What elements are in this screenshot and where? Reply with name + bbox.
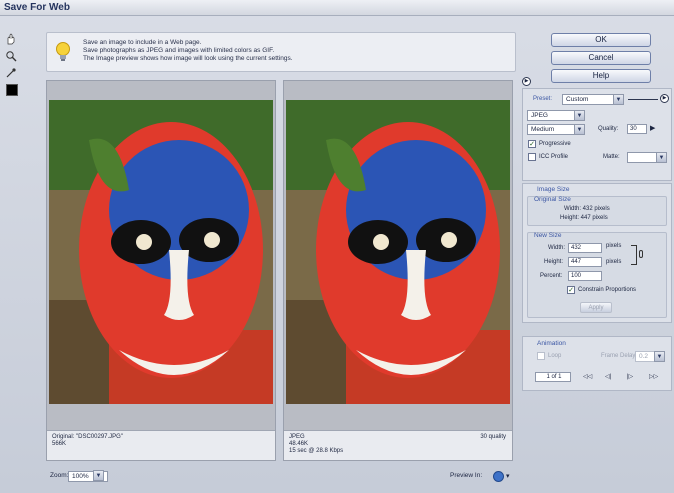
new-height-unit: pixels (606, 259, 622, 265)
optimized-preview-pane[interactable]: JPEG 48.46K 15 sec @ 28.8 Kbps 30 qualit… (283, 80, 513, 461)
frame-counter: 1 of 1 (535, 372, 571, 382)
browser-globe-icon[interactable] (493, 471, 504, 482)
matte-chevron-down-icon[interactable]: ▼ (656, 152, 667, 163)
panel-menu-arrow-icon[interactable]: ▶ (522, 77, 531, 86)
frame-delay-label: Frame Delay: (601, 353, 638, 359)
format-value: JPEG (531, 112, 548, 119)
loop-label: Loop (548, 353, 562, 359)
save-for-web-window: Save For Web Save an image to include in… (0, 0, 674, 493)
preset-chevron-down-icon[interactable]: ▼ (613, 94, 624, 105)
original-width: Width: 432 pixels (564, 206, 610, 212)
preset-label: Preset: (533, 96, 553, 102)
original-caption: Original: "DSC00297.JPG" 566K (47, 430, 275, 460)
bottom-bar: Zoom: 100% ▼ Preview In: ▾ (46, 469, 516, 485)
original-preview-image[interactable] (49, 100, 273, 404)
eyedropper-tool-icon[interactable] (4, 66, 18, 80)
matte-select[interactable]: ▼ (627, 152, 667, 163)
optimize-settings-panel: Preset: Custom ▼ ▶ JPEG ▼ Medium ▼ Quali… (522, 88, 672, 181)
preset-connector (628, 99, 658, 100)
image-size-title: Image Size (537, 186, 570, 193)
format-chevron-down-icon[interactable]: ▼ (574, 110, 585, 121)
hint-box: Save an image to include in a Web page. … (46, 32, 516, 72)
new-size-title: New Size (534, 232, 562, 239)
hint-line-2: Save photographs as JPEG and images with… (83, 47, 275, 54)
next-frame-icon[interactable]: |▷ (627, 373, 633, 380)
preset-value: Custom (566, 96, 589, 103)
new-height-label: Height: (544, 259, 564, 265)
tool-strip (4, 32, 20, 83)
original-preview-pane[interactable]: Original: "DSC00297.JPG" 566K (46, 80, 276, 461)
quality-input[interactable]: 30 (627, 124, 647, 134)
window-title: Save For Web (4, 2, 70, 13)
hand-tool-icon[interactable] (4, 32, 18, 46)
constrain-proportions-checkbox[interactable]: ✓ (567, 286, 575, 294)
percent-input[interactable]: 100 (568, 271, 602, 281)
original-filename: Original: "DSC00297.JPG" (52, 434, 123, 440)
frame-delay-select[interactable]: 0.2 ▼ (635, 351, 665, 362)
browser-chevron-down-icon[interactable]: ▾ (506, 472, 510, 480)
new-height-input[interactable]: 447 (568, 257, 602, 267)
hint-line-1: Save an image to include in a Web page. (83, 39, 202, 46)
optimized-filesize: 48.46K (289, 441, 309, 447)
compression-select[interactable]: Medium ▼ (527, 124, 585, 135)
preset-menu-arrow-icon[interactable]: ▶ (660, 94, 669, 103)
title-bar: Save For Web (0, 0, 674, 16)
last-frame-icon[interactable]: ▷▷ (649, 373, 658, 380)
lightbulb-icon (55, 41, 71, 65)
optimized-caption: JPEG 48.46K 15 sec @ 28.8 Kbps 30 qualit… (284, 430, 512, 460)
icc-profile-label: ICC Profile (539, 154, 569, 160)
quality-label: Quality: (598, 126, 619, 132)
icc-profile-checkbox[interactable] (528, 153, 536, 161)
original-filesize: 566K (52, 441, 67, 447)
progressive-label: Progressive (539, 141, 571, 147)
optimized-format: JPEG (289, 434, 305, 440)
zoom-tool-icon[interactable] (4, 49, 18, 63)
apply-button[interactable]: Apply (580, 302, 612, 313)
new-width-unit: pixels (606, 243, 622, 249)
percent-label: Percent: (540, 273, 563, 279)
optimized-download-time: 15 sec @ 28.8 Kbps (289, 448, 344, 454)
cancel-button[interactable]: Cancel (551, 51, 651, 65)
image-size-panel: Image Size Original Size Width: 432 pixe… (522, 183, 672, 323)
optimized-quality: 30 quality (480, 434, 506, 440)
eyedropper-color-swatch[interactable] (6, 84, 18, 96)
compression-value: Medium (531, 126, 555, 133)
progressive-checkbox[interactable]: ✓ (528, 140, 536, 148)
compression-chevron-down-icon[interactable]: ▼ (574, 124, 585, 135)
hint-line-3: The Image preview shows how image will l… (83, 55, 293, 62)
chevron-down-icon[interactable]: ▼ (93, 470, 104, 481)
chain-link-icon (639, 250, 643, 258)
preset-select[interactable]: Custom ▼ (562, 94, 624, 105)
frame-delay-chevron-down-icon[interactable]: ▼ (654, 351, 665, 362)
loop-checkbox[interactable] (537, 352, 545, 360)
zoom-dropdown[interactable]: ▼ (93, 470, 104, 482)
original-height: Height: 447 pixels (560, 215, 608, 221)
original-size-title: Original Size (534, 196, 571, 203)
animation-title: Animation (537, 340, 566, 347)
first-frame-icon[interactable]: ◁◁ (583, 373, 592, 380)
frame-delay-value: 0.2 (639, 353, 649, 360)
constrain-proportions-label: Constrain Proportions (578, 287, 637, 293)
constrain-link-bracket (631, 245, 637, 265)
matte-label: Matte: (603, 154, 620, 160)
original-size-group: Original Size Width: 432 pixels Height: … (527, 196, 667, 226)
zoom-label: Zoom: (50, 472, 69, 479)
animation-panel: Animation Loop Frame Delay: 0.2 ▼ 1 of 1… (522, 336, 672, 391)
new-size-group: New Size Width: 432 pixels Height: 447 p… (527, 232, 667, 318)
quality-slider-arrow-icon[interactable]: ▶ (650, 124, 655, 132)
help-button[interactable]: Help (551, 69, 651, 83)
ok-button[interactable]: OK (551, 33, 651, 47)
format-select[interactable]: JPEG ▼ (527, 110, 585, 121)
new-width-label: Width: (548, 245, 566, 251)
new-width-input[interactable]: 432 (568, 243, 602, 253)
previous-frame-icon[interactable]: ◁| (605, 373, 611, 380)
optimized-preview-image[interactable] (286, 100, 510, 404)
zoom-value: 100% (72, 473, 89, 480)
preview-in-label: Preview In: (450, 472, 483, 479)
